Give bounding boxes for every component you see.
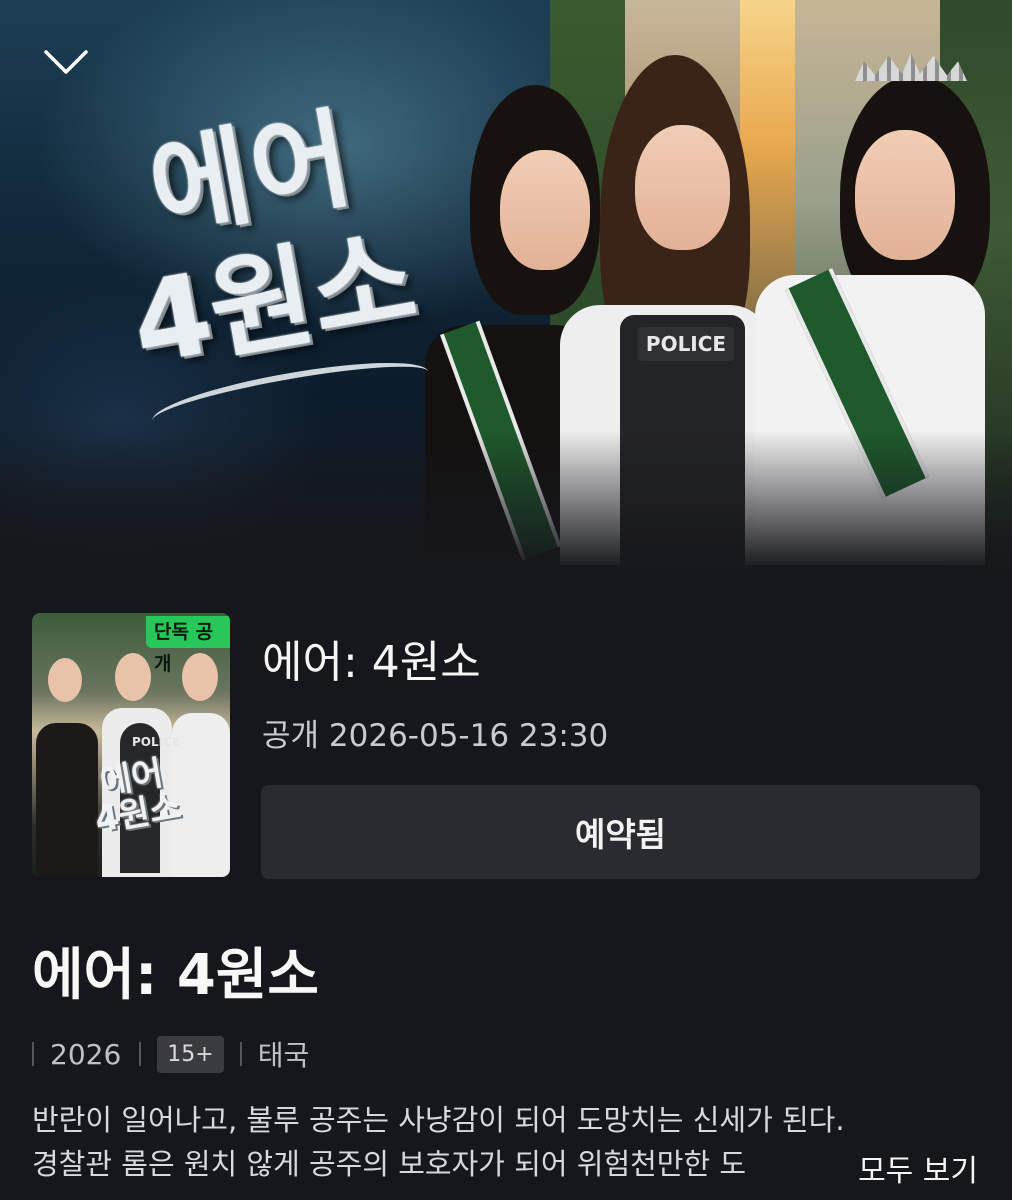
- police-vest-label: POLICE: [638, 327, 734, 361]
- divider: [139, 1042, 142, 1066]
- release-datetime: 공개 2026-05-16 23:30: [262, 718, 609, 754]
- show-logo: 에어 4원소: [94, 96, 445, 463]
- poster-police-label: POLICE: [132, 735, 181, 749]
- crown-icon: [855, 53, 967, 81]
- age-rating-badge: 15+: [157, 1035, 224, 1073]
- see-all-button[interactable]: 모두 보기: [820, 1136, 1012, 1200]
- release-year: 2026: [50, 1037, 122, 1071]
- country: 태국: [257, 1039, 310, 1072]
- hero-banner: POLICE 에어 4원소: [0, 0, 1012, 570]
- synopsis-line: 경찰관 롬은 원치 않게 공주의 보호자가 되어 위험천만한 도: [32, 1147, 747, 1181]
- page-title: 에어: 4원소: [32, 943, 319, 1008]
- show-title: 에어: 4원소: [262, 637, 481, 688]
- chevron-down-icon[interactable]: [42, 46, 90, 78]
- exclusive-badge: 단독 공개: [146, 616, 230, 675]
- divider: [32, 1042, 34, 1066]
- meta-row: 2026 15+ 태국: [32, 1033, 327, 1075]
- divider: [239, 1042, 242, 1066]
- poster-logo: 에어 4원소: [92, 753, 184, 841]
- reserved-button[interactable]: 예약됨: [261, 785, 980, 879]
- see-all-label: 모두 보기: [858, 1154, 978, 1189]
- poster-thumbnail: POLICE 에어 4원소 단독 공개: [32, 613, 230, 877]
